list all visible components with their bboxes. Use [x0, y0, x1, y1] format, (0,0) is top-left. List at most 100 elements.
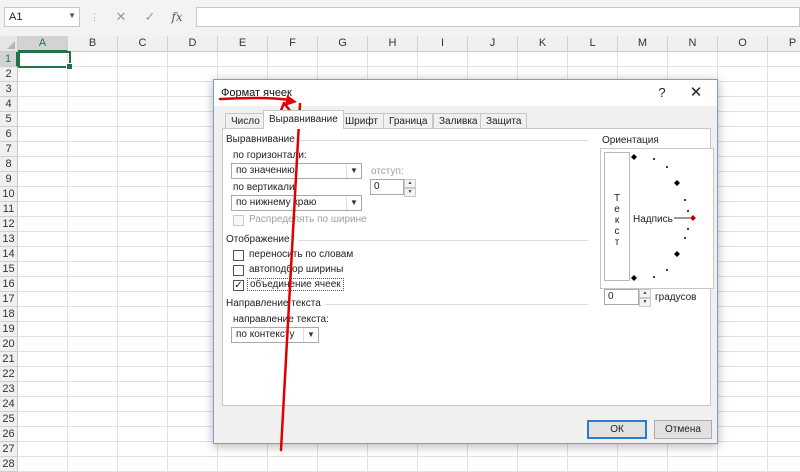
row-header[interactable]: 27	[0, 442, 18, 457]
name-box[interactable]: A1 ▼	[4, 7, 80, 27]
degrees-stepper[interactable]: 0	[604, 289, 639, 305]
indent-label: отступ:	[371, 166, 404, 177]
dial-handle[interactable]	[690, 215, 696, 221]
row-header[interactable]: 2	[0, 67, 18, 82]
merge-cells-checkbox[interactable]: ✓	[233, 280, 244, 291]
column-header[interactable]: H	[368, 36, 418, 52]
row-header[interactable]: 8	[0, 157, 18, 172]
help-button[interactable]: ?	[652, 83, 672, 103]
chevron-down-icon[interactable]: ▼	[346, 196, 361, 210]
column-header[interactable]: F	[268, 36, 318, 52]
row-header[interactable]: 19	[0, 322, 18, 337]
row-header[interactable]: 26	[0, 427, 18, 442]
spin-down-icon[interactable]: ▼	[639, 298, 651, 307]
dial-label: Надпись	[633, 214, 673, 225]
degrees-value: 0	[608, 291, 614, 302]
row-header[interactable]: 25	[0, 412, 18, 427]
horizontal-select-value: по значению	[236, 165, 295, 176]
row-header[interactable]: 18	[0, 307, 18, 322]
horizontal-select[interactable]: по значению ▼	[231, 163, 362, 179]
enter-icon[interactable]: ✓	[139, 7, 161, 27]
direction-select[interactable]: по контексту ▼	[231, 327, 319, 343]
column-header[interactable]: J	[468, 36, 518, 52]
insert-function-icon[interactable]: fx	[166, 7, 188, 27]
chevron-down-icon[interactable]: ▼	[303, 328, 318, 342]
column-header[interactable]: A	[18, 36, 68, 52]
tab-font[interactable]: Шрифт	[339, 113, 384, 128]
row-header[interactable]: 22	[0, 367, 18, 382]
column-header[interactable]: K	[518, 36, 568, 52]
indent-stepper[interactable]: 0	[370, 179, 404, 195]
row-header[interactable]: 28	[0, 457, 18, 472]
row-header[interactable]: 23	[0, 382, 18, 397]
tab-number[interactable]: Число	[225, 113, 266, 128]
column-header[interactable]: P	[768, 36, 800, 52]
degrees-spin-buttons[interactable]: ▲▼	[639, 289, 651, 305]
cancel-button[interactable]: Отмена	[654, 420, 712, 439]
selected-cell-a1[interactable]	[18, 51, 71, 68]
row-header[interactable]: 1	[0, 52, 18, 67]
row-header[interactable]: 5	[0, 112, 18, 127]
orientation-dial[interactable]: Надпись	[630, 150, 710, 284]
column-header[interactable]: C	[118, 36, 168, 52]
row-header[interactable]: 6	[0, 127, 18, 142]
row-header[interactable]: 24	[0, 397, 18, 412]
vertical-text-letter: к	[605, 215, 629, 226]
select-all-button[interactable]	[0, 36, 18, 52]
tab-alignment[interactable]: Выравнивание	[263, 110, 344, 129]
direction-group-title: Направление текста	[226, 298, 321, 309]
direction-label: направление текста:	[233, 314, 329, 325]
vertical-text-option[interactable]: Т е к с т	[604, 152, 630, 281]
degrees-label: градусов	[655, 292, 696, 303]
row-header[interactable]: 14	[0, 247, 18, 262]
close-button[interactable]: ✕	[686, 83, 706, 103]
column-header[interactable]: L	[568, 36, 618, 52]
dialog-titlebar[interactable]: Формат ячеек ? ✕	[214, 80, 717, 106]
spin-up-icon[interactable]: ▲	[404, 179, 416, 188]
display-group-title: Отображение	[226, 234, 290, 245]
vertical-text-letter: с	[605, 226, 629, 237]
column-header[interactable]: M	[618, 36, 668, 52]
row-header[interactable]: 4	[0, 97, 18, 112]
vertical-select[interactable]: по нижнему краю ▼	[231, 195, 362, 211]
wrap-text-checkbox[interactable]	[233, 250, 244, 261]
cancel-icon[interactable]: ✕	[110, 7, 132, 27]
column-header[interactable]: N	[668, 36, 718, 52]
row-header[interactable]: 12	[0, 217, 18, 232]
column-header[interactable]: B	[68, 36, 118, 52]
merge-cells-label: объединение ячеек	[247, 278, 344, 291]
row-header[interactable]: 13	[0, 232, 18, 247]
row-header[interactable]: 17	[0, 292, 18, 307]
tab-fill[interactable]: Заливка	[433, 113, 484, 128]
row-header[interactable]: 11	[0, 202, 18, 217]
row-header[interactable]: 9	[0, 172, 18, 187]
row-header[interactable]: 16	[0, 277, 18, 292]
tab-border[interactable]: Граница	[383, 113, 433, 128]
format-cells-dialog: Формат ячеек ? ✕ Число Выравнивание Шриф…	[213, 79, 718, 444]
column-header[interactable]: G	[318, 36, 368, 52]
alignment-group-title: Выравнивание	[226, 134, 295, 145]
formula-input[interactable]	[196, 7, 800, 27]
chevron-down-icon[interactable]: ▼	[346, 164, 361, 178]
indent-spin-buttons[interactable]: ▲▼	[404, 179, 416, 195]
spin-up-icon[interactable]: ▲	[639, 289, 651, 298]
vertical-text-letter: е	[605, 204, 629, 215]
vertical-text-letter: т	[605, 237, 629, 248]
tab-protection[interactable]: Защита	[480, 113, 527, 128]
row-header[interactable]: 15	[0, 262, 18, 277]
column-header[interactable]: E	[218, 36, 268, 52]
row-header[interactable]: 10	[0, 187, 18, 202]
name-box-value: A1	[9, 11, 22, 23]
row-header[interactable]: 7	[0, 142, 18, 157]
column-header[interactable]: I	[418, 36, 468, 52]
row-header[interactable]: 3	[0, 82, 18, 97]
row-header[interactable]: 21	[0, 352, 18, 367]
ok-button[interactable]: ОК	[587, 420, 647, 439]
vertical-label: по вертикали:	[233, 182, 297, 193]
spin-down-icon[interactable]: ▼	[404, 188, 416, 197]
column-header[interactable]: O	[718, 36, 768, 52]
column-header[interactable]: D	[168, 36, 218, 52]
shrink-to-fit-checkbox[interactable]	[233, 265, 244, 276]
chevron-down-icon[interactable]: ▼	[68, 11, 76, 20]
row-header[interactable]: 20	[0, 337, 18, 352]
